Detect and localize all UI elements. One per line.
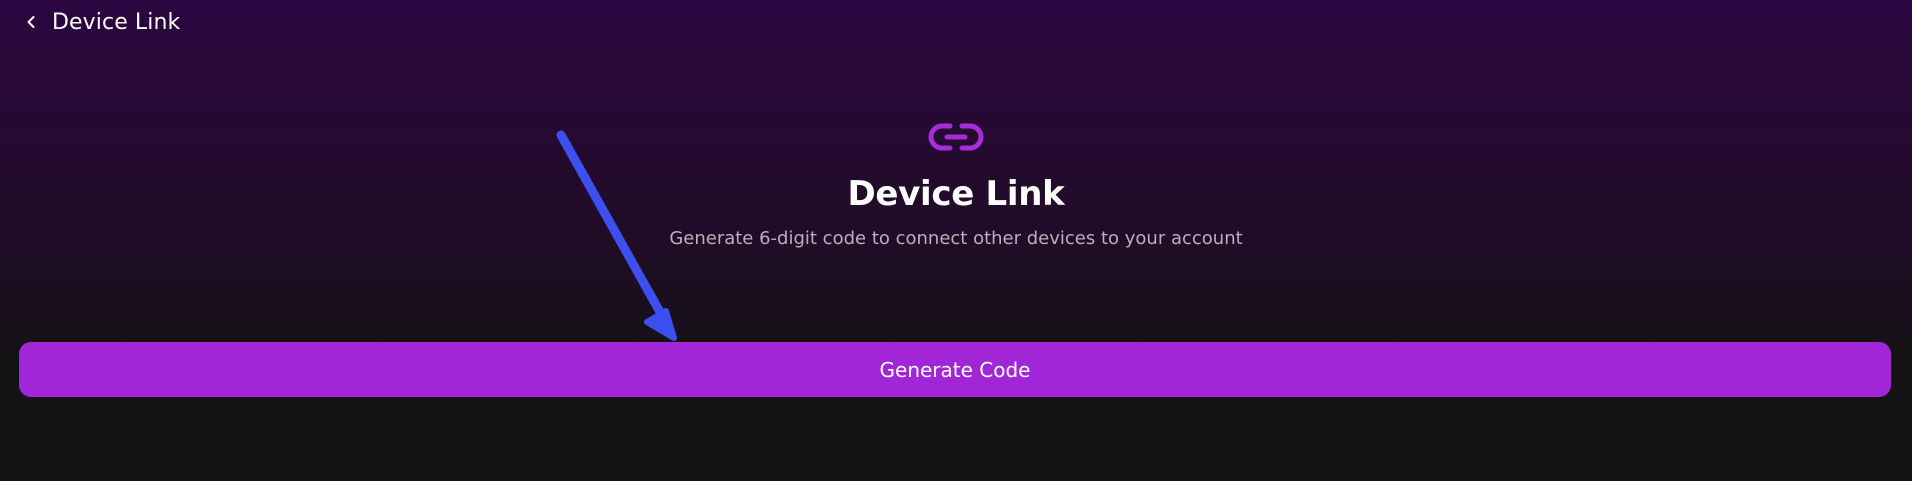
back-navigation[interactable]: Device Link xyxy=(22,6,180,38)
chevron-left-icon[interactable] xyxy=(22,13,40,31)
device-link-hero: Device Link Generate 6-digit code to con… xyxy=(0,120,1912,249)
header-title: Device Link xyxy=(52,9,181,35)
generate-code-button[interactable]: Generate Code xyxy=(19,342,1891,397)
page-title: Device Link xyxy=(847,174,1065,214)
link-icon xyxy=(928,120,984,154)
page-subtitle: Generate 6-digit code to connect other d… xyxy=(669,228,1243,249)
